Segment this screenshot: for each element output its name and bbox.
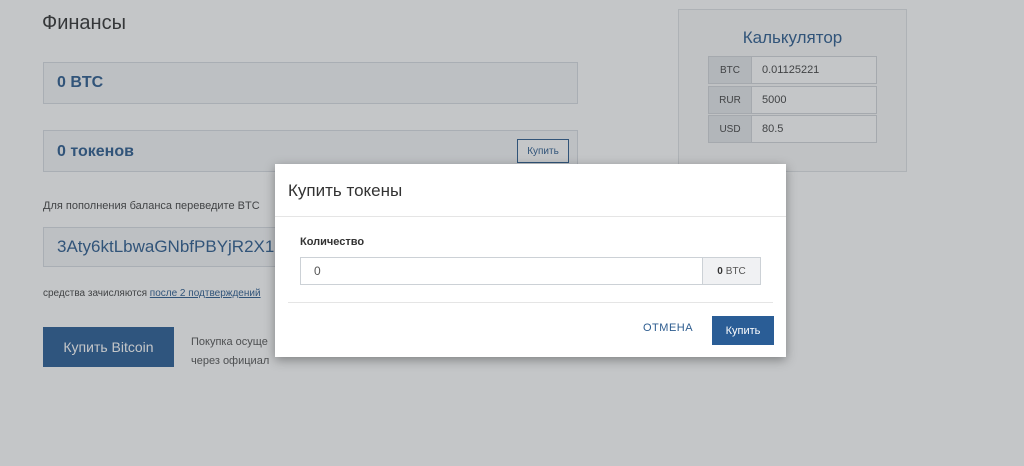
- confirm-buy-button[interactable]: Купить: [712, 316, 774, 345]
- modal-title: Купить токены: [288, 181, 403, 200]
- suffix-amount: 0: [717, 265, 723, 277]
- suffix-unit: BTC: [725, 265, 746, 277]
- cancel-button[interactable]: ОТМЕНА: [643, 322, 693, 334]
- quantity-btc-suffix: 0 BTC: [702, 257, 761, 285]
- quantity-label: Количество: [300, 236, 365, 248]
- quantity-input[interactable]: [300, 257, 702, 285]
- modal-footer-divider: [288, 302, 773, 303]
- buy-tokens-modal: Купить токены Количество 0 BTC ОТМЕНА Ку…: [275, 164, 786, 357]
- modal-divider: [275, 216, 786, 217]
